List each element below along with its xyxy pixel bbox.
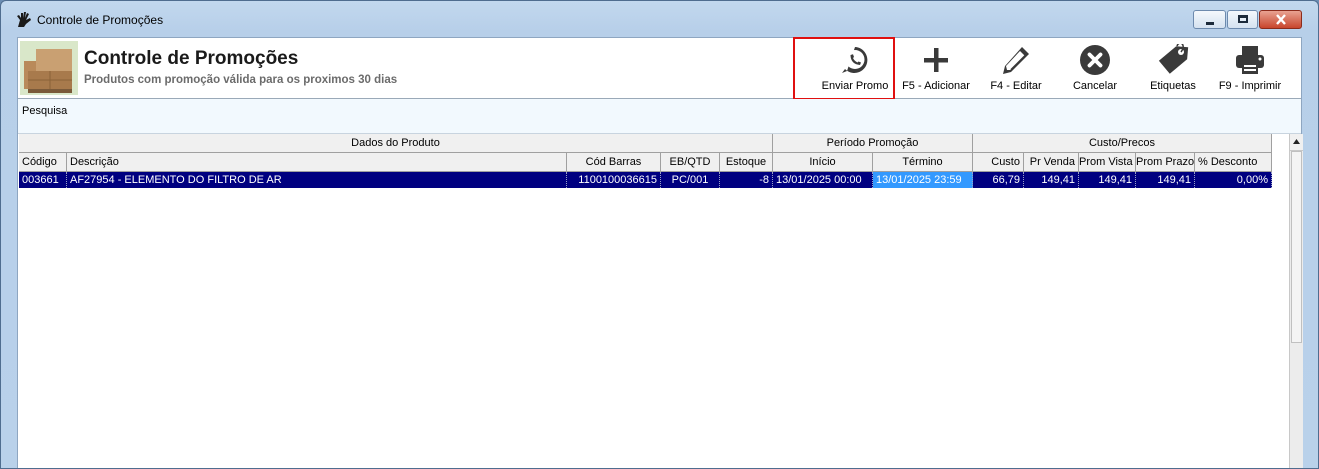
column-header-descricao[interactable]: Descrição: [67, 153, 567, 172]
maximize-icon: [1238, 15, 1248, 23]
table-row[interactable]: 003661 AF27954 - ELEMENTO DO FILTRO DE A…: [19, 172, 1272, 188]
column-header-prom-prazo[interactable]: Prom Prazo: [1136, 153, 1195, 172]
column-header-desconto[interactable]: % Desconto: [1195, 153, 1272, 172]
print-button[interactable]: F9 - Imprimir: [1210, 42, 1290, 96]
cell-codigo[interactable]: 003661: [19, 172, 67, 188]
pencil-icon: [1003, 47, 1029, 74]
column-header-estoque[interactable]: Estoque: [720, 153, 773, 172]
column-header-custo[interactable]: Custo: [973, 153, 1024, 172]
cancel-label: Cancelar: [1072, 80, 1118, 92]
highlight-box: [793, 37, 895, 100]
main-panel: Controle de Promoções Produtos com promo…: [17, 37, 1303, 468]
header-panel: Controle de Promoções Produtos com promo…: [18, 37, 1301, 100]
plus-icon: [924, 48, 948, 72]
group-header-prices: Custo/Precos: [973, 134, 1272, 153]
page-subtitle: Produtos com promoção válida para os pro…: [84, 74, 398, 86]
hand-app-icon: [17, 12, 31, 27]
cell-prom-vista[interactable]: 149,41: [1079, 172, 1136, 188]
cell-eb-qtd[interactable]: PC/001: [661, 172, 720, 188]
cancel-icon: [1080, 45, 1110, 75]
cell-desconto[interactable]: 0,00%: [1195, 172, 1272, 188]
cell-estoque[interactable]: -8: [720, 172, 773, 188]
edit-button[interactable]: F4 - Editar: [976, 42, 1056, 96]
print-label: F9 - Imprimir: [1218, 80, 1282, 92]
cell-prom-prazo[interactable]: 149,41: [1136, 172, 1195, 188]
column-header-inicio[interactable]: Início: [773, 153, 873, 172]
scroll-up-button[interactable]: [1290, 134, 1303, 151]
page-title: Controle de Promoções: [84, 48, 299, 69]
maximize-button[interactable]: [1227, 10, 1258, 29]
search-panel[interactable]: Pesquisa: [18, 99, 1301, 134]
scroll-thumb[interactable]: [1291, 151, 1302, 343]
title-bar[interactable]: Controle de Promoções: [1, 1, 1318, 37]
column-header-termino[interactable]: Término: [873, 153, 973, 172]
tag-icon: [1158, 44, 1189, 74]
cell-pr-venda[interactable]: 149,41: [1024, 172, 1079, 188]
cell-custo[interactable]: 66,79: [973, 172, 1024, 188]
printer-icon: [1236, 46, 1264, 74]
labels-button[interactable]: Etiquetas: [1133, 42, 1213, 96]
cell-termino[interactable]: 13/01/2025 23:59: [873, 172, 973, 188]
cancel-button[interactable]: Cancelar: [1055, 42, 1135, 96]
column-header-cod-barras[interactable]: Cód Barras: [567, 153, 661, 172]
vertical-scrollbar[interactable]: [1289, 134, 1303, 468]
group-header-period: Período Promoção: [773, 134, 973, 153]
scroll-up-icon: [1293, 139, 1300, 144]
column-header-codigo[interactable]: Código: [19, 153, 67, 172]
cell-cod-barras[interactable]: 1100100036615: [567, 172, 661, 188]
window-title: Controle de Promoções: [37, 13, 164, 27]
cell-descricao[interactable]: AF27954 - ELEMENTO DO FILTRO DE AR: [67, 172, 567, 188]
close-button[interactable]: [1259, 10, 1302, 29]
promotions-grid[interactable]: Dados do Produto Período Promoção Custo/…: [19, 134, 1289, 468]
column-header-prom-vista[interactable]: Prom Vista: [1079, 153, 1136, 172]
add-label: F5 - Adicionar: [902, 80, 970, 92]
minimize-icon: [1206, 22, 1214, 25]
column-header-eb-qtd[interactable]: EB/QTD: [661, 153, 720, 172]
add-button[interactable]: F5 - Adicionar: [896, 42, 976, 96]
column-header-pr-venda[interactable]: Pr Venda: [1024, 153, 1079, 172]
cell-inicio[interactable]: 13/01/2025 00:00: [773, 172, 873, 188]
box-icon: [20, 41, 78, 95]
group-header-product: Dados do Produto: [19, 134, 773, 153]
minimize-button[interactable]: [1193, 10, 1226, 29]
edit-label: F4 - Editar: [990, 80, 1042, 92]
search-label: Pesquisa: [22, 105, 68, 117]
app-window: Controle de Promoções Controle de Promoç…: [0, 0, 1319, 469]
close-icon: [1276, 14, 1286, 25]
labels-label: Etiquetas: [1150, 80, 1196, 92]
